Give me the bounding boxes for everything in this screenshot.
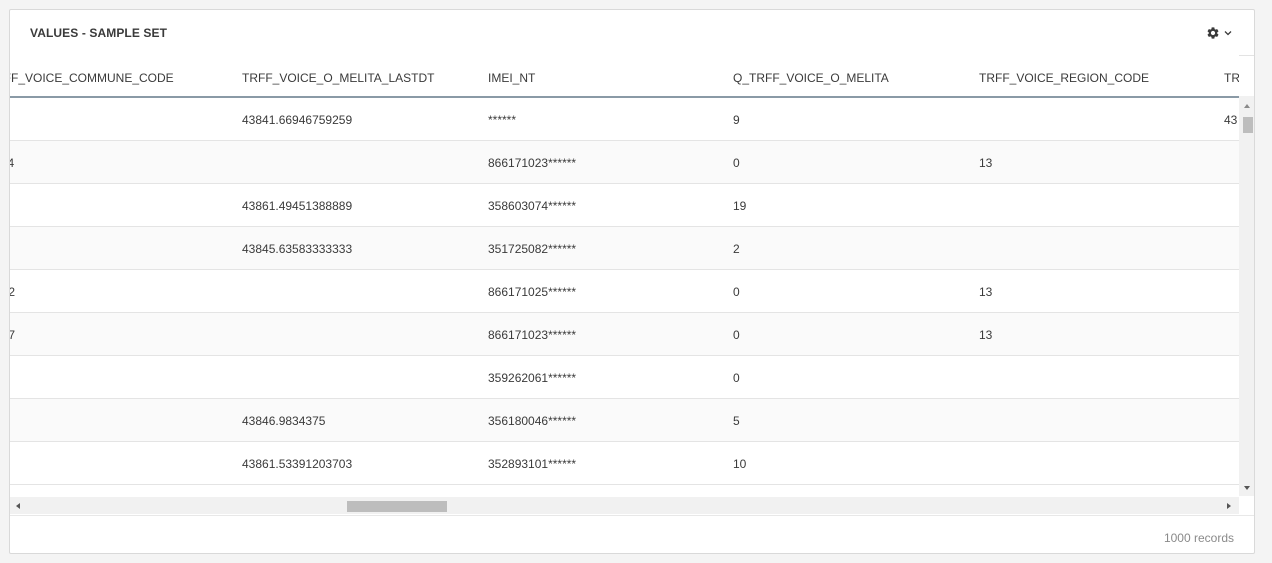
table-cell: 43 <box>1224 113 1238 127</box>
panel-title: VALUES - SAMPLE SET <box>30 26 168 40</box>
table-cell: 0 <box>733 156 740 170</box>
table-row[interactable]: 43861.49451388889 358603074****** 19 <box>10 184 1239 227</box>
table-cell: 13 <box>979 328 993 342</box>
column-header[interactable]: TRFF_ <box>1224 71 1239 85</box>
table-cell: 107 <box>10 328 15 342</box>
table-cell: 866171025****** <box>488 285 577 299</box>
data-grid: RFF_VOICE_COMMUNE_CODE TRFF_VOICE_O_MELI… <box>10 55 1239 496</box>
table-cell: 43846.9834375 <box>242 414 326 428</box>
table-cell: 43861.53391203703 <box>242 457 353 471</box>
scroll-up-icon[interactable] <box>1244 104 1250 108</box>
table-cell: 10 <box>733 457 747 471</box>
table-cell: 19 <box>733 199 747 213</box>
scroll-down-icon[interactable] <box>1244 486 1250 490</box>
table-row[interactable]: 359262061****** 0 <box>10 356 1239 399</box>
column-header[interactable]: TRFF_VOICE_O_MELITA_LASTDT <box>242 71 435 85</box>
table-cell: 358603074****** <box>488 199 577 213</box>
table-cell: 359262061****** <box>488 371 577 385</box>
table-cell: 5 <box>733 414 740 428</box>
table-cell: 43861.49451388889 <box>242 199 353 213</box>
horizontal-scrollbar[interactable] <box>10 497 1239 514</box>
column-header[interactable]: Q_TRFF_VOICE_O_MELITA <box>733 71 889 85</box>
table-cell: 43845.63583333333 <box>242 242 353 256</box>
table-cell: 13 <box>979 156 993 170</box>
vertical-scroll-thumb[interactable] <box>1243 117 1253 133</box>
grid-body: 43841.66946759259 ****** 9 43 114 866171023**… <box>10 98 1239 485</box>
gear-icon <box>1206 26 1220 40</box>
data-panel: VALUES - SAMPLE SET RFF_VOICE_COMMUNE_CO… <box>9 9 1255 554</box>
table-row[interactable]: 132 866171025****** 0 13 <box>10 270 1239 313</box>
table-cell: 356180046****** <box>488 414 577 428</box>
table-cell: ****** <box>488 113 517 127</box>
panel-footer: 1000 records <box>10 515 1254 553</box>
table-cell: 43841.66946759259 <box>242 113 353 127</box>
scrollbar-corner <box>1239 497 1254 514</box>
scroll-left-icon[interactable] <box>16 503 20 509</box>
table-row[interactable]: 43841.66946759259 ****** 9 43 <box>10 98 1239 141</box>
column-header[interactable]: IMEI_NT <box>488 71 535 85</box>
table-row[interactable]: 43846.9834375 356180046****** 5 <box>10 399 1239 442</box>
column-header[interactable]: RFF_VOICE_COMMUNE_CODE <box>10 71 174 85</box>
scroll-right-icon[interactable] <box>1227 503 1231 509</box>
table-cell: 866171023****** <box>488 156 577 170</box>
settings-menu-button[interactable] <box>1206 24 1232 42</box>
table-row[interactable]: 107 866171023****** 0 13 <box>10 313 1239 356</box>
table-cell: 0 <box>733 371 740 385</box>
record-count: 1000 records <box>1163 531 1234 545</box>
panel-header: VALUES - SAMPLE SET <box>10 10 1254 56</box>
column-header[interactable]: TRFF_VOICE_REGION_CODE <box>979 71 1149 85</box>
table-cell: 9 <box>733 113 740 127</box>
table-row[interactable]: 114 866171023****** 0 13 <box>10 141 1239 184</box>
table-cell: 352893101****** <box>488 457 577 471</box>
horizontal-scroll-thumb[interactable] <box>347 501 447 512</box>
table-cell: 2 <box>733 242 740 256</box>
table-cell: 0 <box>733 285 740 299</box>
grid-header: RFF_VOICE_COMMUNE_CODE TRFF_VOICE_O_MELI… <box>10 55 1239 98</box>
vertical-scrollbar[interactable] <box>1239 96 1254 496</box>
table-row[interactable]: 43845.63583333333 351725082****** 2 <box>10 227 1239 270</box>
table-cell: 13 <box>979 285 993 299</box>
table-cell: 866171023****** <box>488 328 577 342</box>
table-cell: 114 <box>10 156 14 170</box>
table-cell: 132 <box>10 285 15 299</box>
table-cell: 351725082****** <box>488 242 577 256</box>
chevron-down-icon <box>1224 30 1232 36</box>
table-cell: 0 <box>733 328 740 342</box>
table-row[interactable]: 43861.53391203703 352893101****** 10 <box>10 442 1239 485</box>
